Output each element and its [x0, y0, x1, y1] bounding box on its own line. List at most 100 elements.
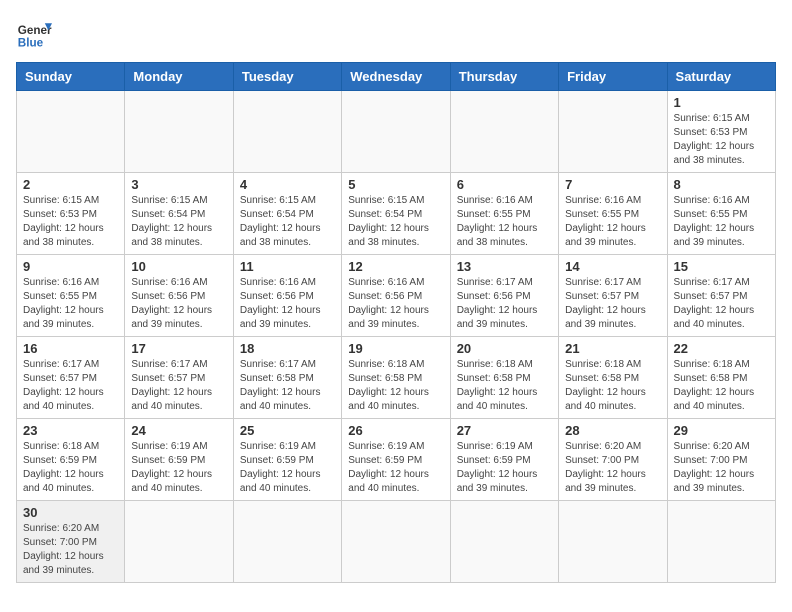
calendar-cell: 9 Sunrise: 6:16 AM Sunset: 6:55 PM Daylig…	[17, 255, 125, 337]
day-info: Sunrise: 6:16 AM Sunset: 6:55 PM Dayligh…	[23, 276, 118, 332]
calendar-cell: 10Sunrise: 6:16 AM Sunset: 6:56 PM Dayli…	[125, 255, 233, 337]
day-info: Sunrise: 6:18 AM Sunset: 6:59 PM Dayligh…	[23, 440, 118, 496]
generalblue-logo-icon: General Blue	[16, 16, 52, 52]
day-number: 17	[131, 341, 226, 356]
calendar-cell: 20 Sunrise: 6:18 AM Sunset: 6:58 PM Dayli…	[450, 337, 558, 419]
calendar-cell: 15Sunrise: 6:17 AM Sunset: 6:57 PM Dayli…	[667, 255, 775, 337]
weekday-header-tuesday: Tuesday	[233, 63, 341, 91]
day-info: Sunrise: 6:15 AM Sunset: 6:53 PM Dayligh…	[674, 112, 769, 168]
day-info: Sunrise: 6:16 AM Sunset: 6:55 PM Dayligh…	[565, 194, 660, 250]
calendar-cell	[450, 501, 558, 583]
day-info: Sunrise: 6:17 AM Sunset: 6:56 PM Dayligh…	[457, 276, 552, 332]
day-number: 27	[457, 423, 552, 438]
day-number: 9	[23, 259, 118, 274]
weekday-header-row: SundayMondayTuesdayWednesdayThursdayFrid…	[17, 63, 776, 91]
calendar-cell: 16Sunrise: 6:17 AM Sunset: 6:57 PM Dayli…	[17, 337, 125, 419]
calendar-week-5: 30 Sunrise: 6:20 AM Sunset: 7:00 PM Dayli…	[17, 501, 776, 583]
day-number: 24	[131, 423, 226, 438]
day-number: 11	[240, 259, 335, 274]
calendar-cell	[233, 91, 341, 173]
day-number: 22	[674, 341, 769, 356]
weekday-header-thursday: Thursday	[450, 63, 558, 91]
weekday-header-saturday: Saturday	[667, 63, 775, 91]
day-number: 20	[457, 341, 552, 356]
day-info: Sunrise: 6:20 AM Sunset: 7:00 PM Dayligh…	[674, 440, 769, 496]
day-info: Sunrise: 6:17 AM Sunset: 6:57 PM Dayligh…	[565, 276, 660, 332]
calendar-cell: 26 Sunrise: 6:19 AM Sunset: 6:59 PM Dayli…	[342, 419, 450, 501]
day-info: Sunrise: 6:18 AM Sunset: 6:58 PM Dayligh…	[348, 358, 443, 414]
calendar-cell: 18Sunrise: 6:17 AM Sunset: 6:58 PM Dayli…	[233, 337, 341, 419]
weekday-header-wednesday: Wednesday	[342, 63, 450, 91]
day-number: 3	[131, 177, 226, 192]
day-number: 21	[565, 341, 660, 356]
calendar-cell: 2 Sunrise: 6:15 AM Sunset: 6:53 PM Daylig…	[17, 173, 125, 255]
day-info: Sunrise: 6:17 AM Sunset: 6:57 PM Dayligh…	[23, 358, 118, 414]
calendar-cell: 14Sunrise: 6:17 AM Sunset: 6:57 PM Dayli…	[559, 255, 667, 337]
weekday-header-friday: Friday	[559, 63, 667, 91]
day-info: Sunrise: 6:18 AM Sunset: 6:58 PM Dayligh…	[674, 358, 769, 414]
calendar-cell: 8 Sunrise: 6:16 AM Sunset: 6:55 PM Daylig…	[667, 173, 775, 255]
day-info: Sunrise: 6:19 AM Sunset: 6:59 PM Dayligh…	[457, 440, 552, 496]
calendar-cell: 3 Sunrise: 6:15 AM Sunset: 6:54 PM Daylig…	[125, 173, 233, 255]
day-number: 8	[674, 177, 769, 192]
calendar-cell: 11 Sunrise: 6:16 AM Sunset: 6:56 PM Dayli…	[233, 255, 341, 337]
day-number: 12	[348, 259, 443, 274]
day-number: 1	[674, 95, 769, 110]
calendar-cell: 12Sunrise: 6:16 AM Sunset: 6:56 PM Dayli…	[342, 255, 450, 337]
day-number: 30	[23, 505, 118, 520]
day-number: 2	[23, 177, 118, 192]
calendar-header: SundayMondayTuesdayWednesdayThursdayFrid…	[17, 63, 776, 91]
calendar-cell: 28 Sunrise: 6:20 AM Sunset: 7:00 PM Dayli…	[559, 419, 667, 501]
day-number: 29	[674, 423, 769, 438]
day-number: 23	[23, 423, 118, 438]
calendar-cell	[125, 91, 233, 173]
day-number: 15	[674, 259, 769, 274]
calendar-cell: 25 Sunrise: 6:19 AM Sunset: 6:59 PM Dayli…	[233, 419, 341, 501]
calendar-cell: 5Sunrise: 6:15 AM Sunset: 6:54 PM Daylig…	[342, 173, 450, 255]
calendar-cell: 22 Sunrise: 6:18 AM Sunset: 6:58 PM Dayli…	[667, 337, 775, 419]
calendar-cell: 7Sunrise: 6:16 AM Sunset: 6:55 PM Daylig…	[559, 173, 667, 255]
day-number: 6	[457, 177, 552, 192]
calendar-cell: 29 Sunrise: 6:20 AM Sunset: 7:00 PM Dayli…	[667, 419, 775, 501]
day-info: Sunrise: 6:16 AM Sunset: 6:56 PM Dayligh…	[240, 276, 335, 332]
day-info: Sunrise: 6:16 AM Sunset: 6:55 PM Dayligh…	[674, 194, 769, 250]
day-number: 25	[240, 423, 335, 438]
day-number: 19	[348, 341, 443, 356]
day-info: Sunrise: 6:19 AM Sunset: 6:59 PM Dayligh…	[348, 440, 443, 496]
calendar-cell	[667, 501, 775, 583]
calendar-cell: 21 Sunrise: 6:18 AM Sunset: 6:58 PM Dayli…	[559, 337, 667, 419]
calendar-cell	[342, 501, 450, 583]
logo: General Blue	[16, 16, 52, 52]
day-info: Sunrise: 6:16 AM Sunset: 6:55 PM Dayligh…	[457, 194, 552, 250]
day-info: Sunrise: 6:17 AM Sunset: 6:57 PM Dayligh…	[131, 358, 226, 414]
day-info: Sunrise: 6:18 AM Sunset: 6:58 PM Dayligh…	[457, 358, 552, 414]
calendar-cell	[342, 91, 450, 173]
calendar-cell: 19 Sunrise: 6:18 AM Sunset: 6:58 PM Dayli…	[342, 337, 450, 419]
day-info: Sunrise: 6:15 AM Sunset: 6:54 PM Dayligh…	[131, 194, 226, 250]
day-info: Sunrise: 6:15 AM Sunset: 6:54 PM Dayligh…	[240, 194, 335, 250]
day-number: 28	[565, 423, 660, 438]
page-header: General Blue	[16, 16, 776, 52]
day-info: Sunrise: 6:20 AM Sunset: 7:00 PM Dayligh…	[23, 522, 118, 578]
calendar-cell: 30 Sunrise: 6:20 AM Sunset: 7:00 PM Dayli…	[17, 501, 125, 583]
calendar-cell	[559, 501, 667, 583]
weekday-header-monday: Monday	[125, 63, 233, 91]
day-info: Sunrise: 6:15 AM Sunset: 6:53 PM Dayligh…	[23, 194, 118, 250]
calendar-cell: 6 Sunrise: 6:16 AM Sunset: 6:55 PM Daylig…	[450, 173, 558, 255]
day-number: 18	[240, 341, 335, 356]
calendar-cell	[233, 501, 341, 583]
day-number: 26	[348, 423, 443, 438]
svg-text:Blue: Blue	[18, 37, 44, 50]
calendar-body: 1 Sunrise: 6:15 AM Sunset: 6:53 PM Daylig…	[17, 91, 776, 583]
calendar-cell: 13Sunrise: 6:17 AM Sunset: 6:56 PM Dayli…	[450, 255, 558, 337]
weekday-header-sunday: Sunday	[17, 63, 125, 91]
calendar-cell: 17 Sunrise: 6:17 AM Sunset: 6:57 PM Dayli…	[125, 337, 233, 419]
calendar-week-4: 23 Sunrise: 6:18 AM Sunset: 6:59 PM Dayli…	[17, 419, 776, 501]
calendar-cell	[17, 91, 125, 173]
day-number: 10	[131, 259, 226, 274]
day-info: Sunrise: 6:20 AM Sunset: 7:00 PM Dayligh…	[565, 440, 660, 496]
calendar-cell	[450, 91, 558, 173]
calendar-week-1: 2 Sunrise: 6:15 AM Sunset: 6:53 PM Daylig…	[17, 173, 776, 255]
day-info: Sunrise: 6:18 AM Sunset: 6:58 PM Dayligh…	[565, 358, 660, 414]
day-info: Sunrise: 6:19 AM Sunset: 6:59 PM Dayligh…	[240, 440, 335, 496]
